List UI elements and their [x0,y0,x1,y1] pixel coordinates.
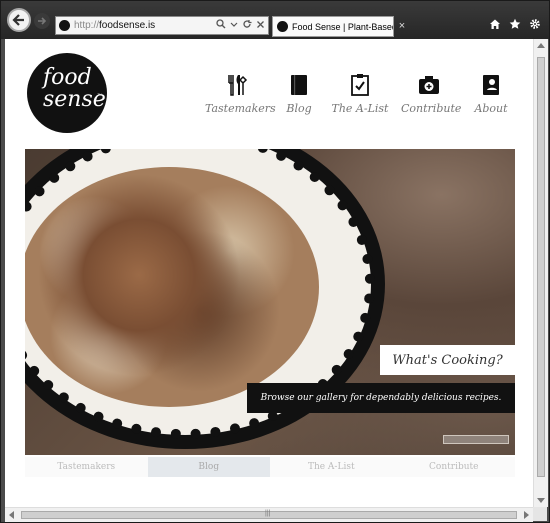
star-icon[interactable] [509,17,521,29]
vertical-scroll-thumb[interactable] [537,57,545,477]
logo-line-1: food [43,65,92,90]
nav-label: Contribute [401,102,462,115]
profile-book-icon [483,75,499,95]
scroll-grip-icon: ||| [265,510,271,517]
nav-item-contribute[interactable]: Contribute [401,73,461,115]
subnav-item-a-list[interactable]: The A-List [270,457,393,477]
forward-button[interactable] [34,13,50,29]
tab-title: Food Sense | Plant-Based E... [292,21,394,32]
scroll-left-arrow-icon[interactable] [9,511,14,519]
hero-title: What's Cooking? [380,345,515,375]
camera-icon [419,76,439,94]
address-bar[interactable]: http:// foodsense.is [55,16,269,35]
url-host: foodsense.is [99,20,156,31]
scrollbar-corner [533,507,547,521]
page-viewport: food sense ™ Tastemakers Blog The A-List… [5,39,533,507]
site-favicon-icon [59,20,70,31]
scroll-up-arrow-icon[interactable] [537,43,545,48]
dropdown-chevron-icon[interactable] [230,19,238,29]
browser-window: http:// foodsense.is Food Sense | Plant-… [0,0,550,523]
browser-toolbar-icons [489,17,541,29]
scroll-right-arrow-icon[interactable] [524,511,529,519]
nav-item-blog[interactable]: Blog [284,73,314,115]
subnav-item-tastemakers[interactable]: Tastemakers [25,457,148,477]
home-icon[interactable] [489,17,501,29]
nav-item-about[interactable]: About [473,73,509,115]
url-prefix: http:// [74,20,100,31]
book-icon [291,75,307,95]
refresh-icon[interactable] [242,19,252,29]
arrow-right-icon [38,17,47,25]
arrow-left-icon [12,14,24,26]
hero-banner[interactable]: What's Cooking? Browse our gallery for d… [25,149,515,455]
logo-trademark: ™ [97,93,102,99]
close-icon[interactable] [256,19,265,29]
slider-indicator[interactable] [443,435,509,444]
tab-favicon-icon [277,21,288,32]
nav-label: About [474,102,508,115]
gear-icon[interactable] [529,17,541,29]
scroll-down-arrow-icon[interactable] [537,498,545,503]
horizontal-scrollbar[interactable]: ||| [5,507,533,522]
subnav-item-blog[interactable]: Blog [147,457,270,477]
nav-item-a-list[interactable]: The A-List [330,73,390,115]
tab-close-icon[interactable]: × [396,20,408,32]
back-button[interactable] [7,8,31,32]
address-bar-icons [216,19,265,29]
vertical-scrollbar[interactable] [533,39,548,507]
utensils-icon [228,75,248,96]
browser-titlebar: http:// foodsense.is Food Sense | Plant-… [1,1,549,39]
gallery-subnav: Tastemakers Blog The A-List Contribute [25,457,515,477]
browser-tab[interactable]: Food Sense | Plant-Based E... [272,16,394,37]
subnav-item-contribute[interactable]: Contribute [393,457,516,477]
nav-label: Tastemakers [205,102,276,115]
hero-tagline[interactable]: Browse our gallery for dependably delici… [247,383,515,413]
nav-label: Blog [286,102,312,115]
search-icon[interactable] [216,19,226,29]
site-logo[interactable]: food sense ™ [27,53,107,133]
clipboard-check-icon [351,74,369,96]
nav-item-tastemakers[interactable]: Tastemakers [205,73,276,115]
nav-label: The A-List [331,102,389,115]
